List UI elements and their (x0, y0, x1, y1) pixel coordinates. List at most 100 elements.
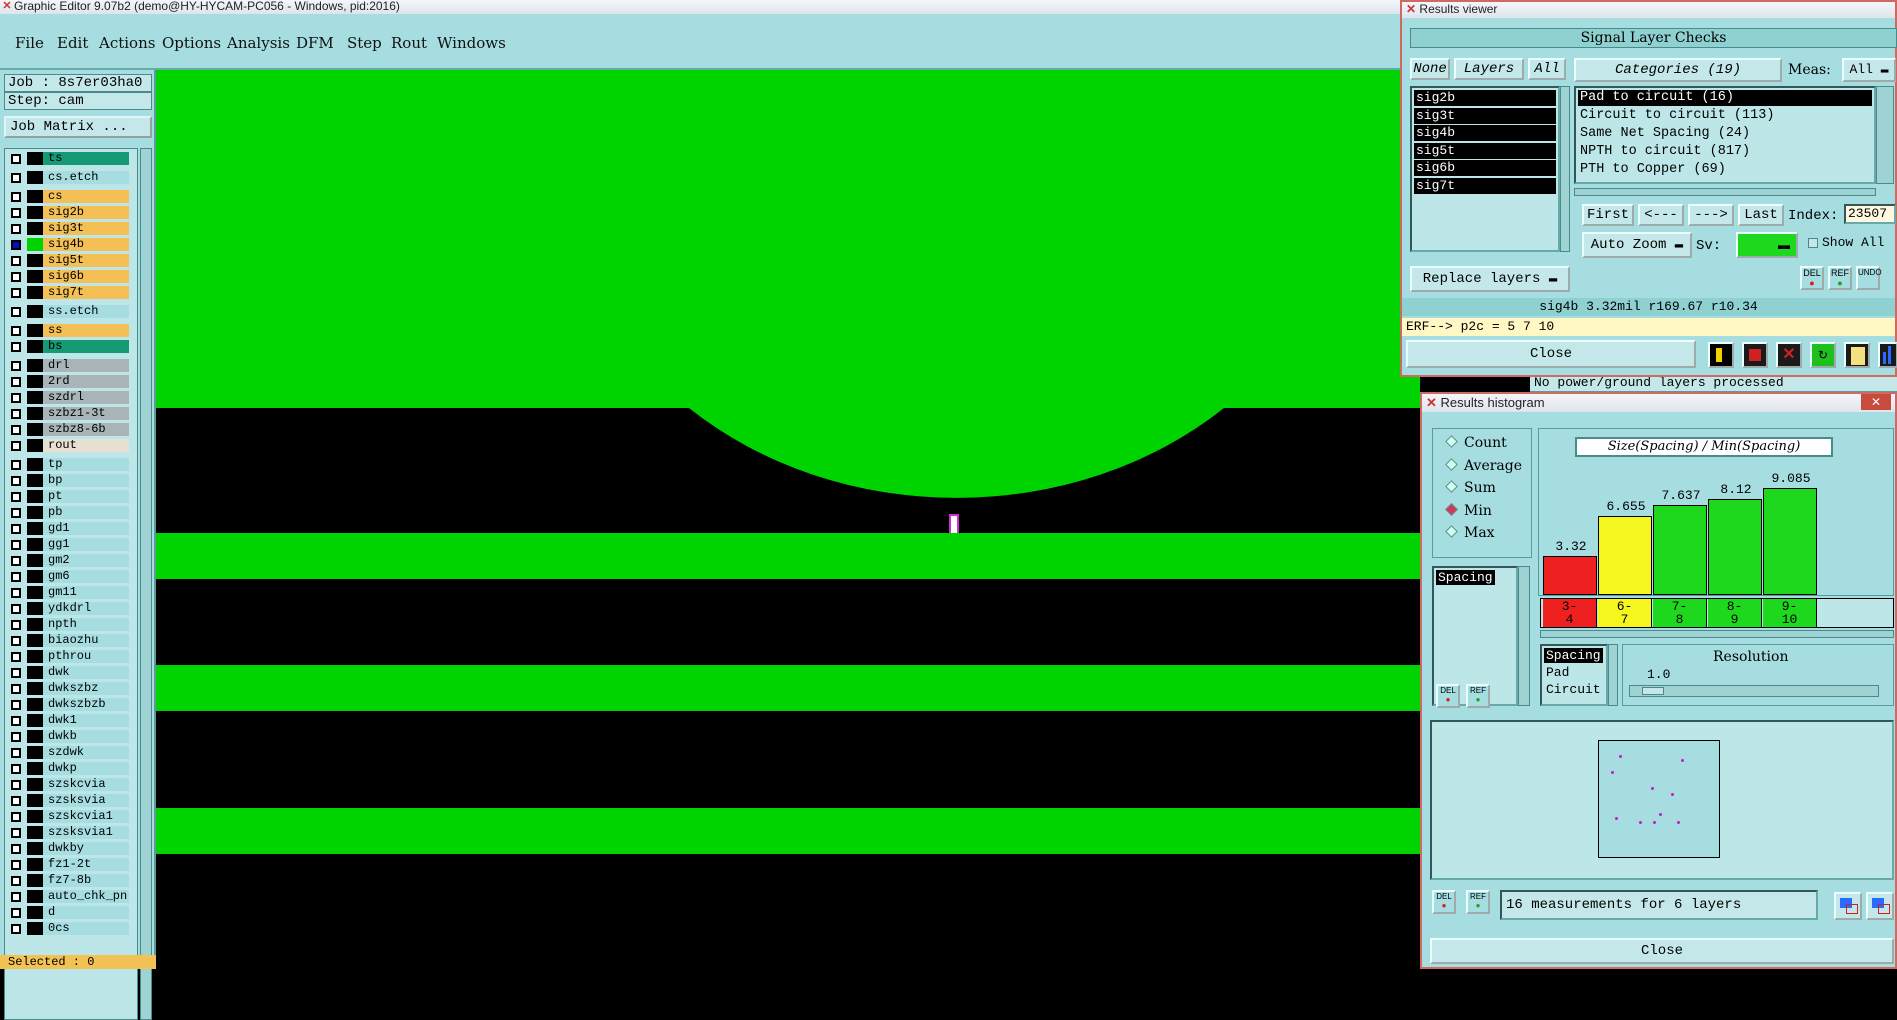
layer-list-scrollbar[interactable] (140, 148, 152, 1020)
result-layer-item[interactable]: sig7t (1414, 177, 1556, 194)
layer-name[interactable]: sig3t (43, 222, 129, 235)
layer-checkbox[interactable] (11, 256, 21, 266)
category-item[interactable]: Circuit to circuit (113) (1578, 108, 1872, 124)
bottom-ref-button[interactable]: REF ● (1466, 890, 1490, 914)
step-icon[interactable]: ↻ (1810, 342, 1836, 368)
auto-zoom-dropdown[interactable]: Auto Zoom ▬ (1582, 232, 1692, 258)
layer-checkbox[interactable] (11, 828, 21, 838)
layer-checkbox[interactable] (11, 876, 21, 886)
layer-name[interactable]: fz1-2t (43, 858, 129, 871)
result-layer-item[interactable]: sig3t (1414, 107, 1556, 124)
layer-checkbox[interactable] (11, 361, 21, 371)
zoom-fit-icon[interactable] (1866, 892, 1894, 920)
layer-name[interactable]: dwkszbz (43, 682, 129, 695)
layers-button[interactable]: Layers (1454, 58, 1524, 80)
delete-x-icon[interactable]: ✕ (1776, 342, 1802, 368)
layer-row[interactable]: drl (7, 358, 129, 373)
layer-name[interactable]: ydkdrl (43, 602, 129, 615)
layer-name[interactable]: pb (43, 506, 129, 519)
last-button[interactable]: Last (1738, 204, 1784, 226)
layer-name[interactable]: ss (43, 324, 129, 337)
menu-file[interactable]: File (15, 34, 44, 52)
layer-row[interactable]: cs (7, 189, 129, 204)
layer-row[interactable]: ss.etch (7, 304, 129, 319)
layer-checkbox[interactable] (11, 377, 21, 387)
radio-average[interactable]: Average (1445, 458, 1522, 474)
resolution-slider[interactable] (1629, 685, 1879, 697)
layer-checkbox[interactable] (11, 240, 21, 250)
close-button[interactable]: Close (1406, 340, 1696, 368)
layer-checkbox[interactable] (11, 224, 21, 234)
categories-scrollbar[interactable] (1876, 86, 1894, 184)
layer-row[interactable]: 2rd (7, 374, 129, 389)
menu-step[interactable]: Step (347, 34, 382, 52)
hist-del-button[interactable]: DEL ● (1436, 684, 1460, 708)
layer-name[interactable]: dwk (43, 666, 129, 679)
categories-hscrollbar[interactable] (1574, 188, 1876, 196)
range-bin-label[interactable]: 8- 9 (1708, 599, 1762, 627)
layer-name[interactable]: 2rd (43, 375, 129, 388)
layer-name[interactable]: szskcvia1 (43, 810, 129, 823)
layer-row[interactable]: szsksvia1 (7, 825, 129, 840)
hist-ref-button[interactable]: REF ● (1466, 684, 1490, 708)
layer-checkbox[interactable] (11, 326, 21, 336)
layer-row[interactable]: pb (7, 505, 129, 520)
layer-row[interactable]: dwkb (7, 729, 129, 744)
layer-row[interactable]: dwkszbzb (7, 697, 129, 712)
layer-row[interactable]: ss (7, 323, 129, 338)
category-item[interactable]: Same Net Spacing (24) (1578, 126, 1872, 142)
clear-icon[interactable] (1742, 342, 1768, 368)
layer-row[interactable]: szsksvia (7, 793, 129, 808)
layer-name[interactable]: szdrl (43, 391, 129, 404)
layer-row[interactable]: sig7t (7, 285, 129, 300)
layer-row[interactable]: bs (7, 339, 129, 354)
undo-button[interactable]: UNDO (1856, 266, 1882, 290)
histogram-bar[interactable] (1653, 505, 1707, 595)
radio-count[interactable]: Count (1445, 435, 1507, 451)
layer-row[interactable]: ts (7, 151, 129, 166)
spacing-list-item[interactable]: Spacing (1436, 570, 1495, 585)
layer-row[interactable]: gg1 (7, 537, 129, 552)
layer-row[interactable]: sig3t (7, 221, 129, 236)
layer-name[interactable]: dwkp (43, 762, 129, 775)
layer-row[interactable]: szbz1-3t (7, 406, 129, 421)
del-button[interactable]: DEL ● (1800, 266, 1824, 290)
layer-checkbox[interactable] (11, 780, 21, 790)
layer-checkbox[interactable] (11, 173, 21, 183)
histogram-bar[interactable] (1708, 499, 1762, 595)
layer-row[interactable]: fz1-2t (7, 857, 129, 872)
location-map[interactable] (1598, 740, 1720, 858)
layer-checkbox[interactable] (11, 192, 21, 202)
layer-checkbox[interactable] (11, 652, 21, 662)
layer-checkbox[interactable] (11, 307, 21, 317)
first-button[interactable]: First (1582, 204, 1634, 226)
layer-name[interactable]: sig7t (43, 286, 129, 299)
layer-name[interactable]: cs (43, 190, 129, 203)
layer-row[interactable]: npth (7, 617, 129, 632)
layer-row[interactable]: gm2 (7, 553, 129, 568)
layer-row[interactable]: gm6 (7, 569, 129, 584)
type-list-item[interactable]: Pad (1544, 665, 1571, 680)
layer-name[interactable]: ss.etch (43, 305, 129, 318)
layer-checkbox[interactable] (11, 272, 21, 282)
highlight-icon[interactable] (1708, 342, 1734, 368)
layer-name[interactable]: ts (43, 152, 129, 165)
layer-row[interactable]: szskcvia1 (7, 809, 129, 824)
range-bin-label[interactable]: 3- 4 (1543, 599, 1597, 627)
all-button[interactable]: All (1528, 58, 1566, 80)
layer-checkbox[interactable] (11, 393, 21, 403)
layer-row[interactable]: cs.etch (7, 170, 129, 185)
layer-name[interactable]: gd1 (43, 522, 129, 535)
layer-checkbox[interactable] (11, 892, 21, 902)
layer-name[interactable]: sig2b (43, 206, 129, 219)
layer-name[interactable]: npth (43, 618, 129, 631)
layer-name[interactable]: dwk1 (43, 714, 129, 727)
layer-name[interactable]: dwkb (43, 730, 129, 743)
range-bin-label[interactable]: 9- 10 (1763, 599, 1817, 627)
menu-edit[interactable]: Edit (57, 34, 88, 52)
layer-name[interactable]: pt (43, 490, 129, 503)
layer-name[interactable]: 0cs (43, 922, 129, 935)
layer-checkbox[interactable] (11, 732, 21, 742)
layer-checkbox[interactable] (11, 342, 21, 352)
layer-name[interactable]: gg1 (43, 538, 129, 551)
